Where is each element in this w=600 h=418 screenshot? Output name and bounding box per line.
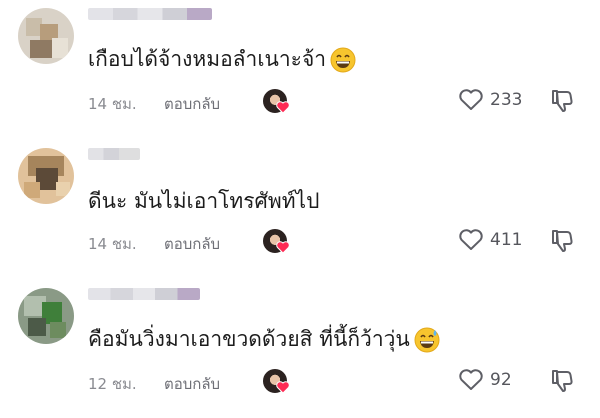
reply-button[interactable]: ตอบกลับ <box>164 92 220 116</box>
heart-outline-icon <box>459 369 483 390</box>
thumbs-down-icon <box>552 230 573 252</box>
comment-item: เกือบได้จ้างหมอลำเนาะจ้า 14 ชม. ตอบกลับ … <box>0 0 600 138</box>
comment-time: 14 ชม. <box>88 95 137 113</box>
dislike-button[interactable] <box>550 226 576 256</box>
like-button[interactable]: 233 <box>458 86 548 116</box>
reply-button[interactable]: ตอบกลับ <box>164 372 220 396</box>
heart-icon <box>276 381 290 394</box>
dislike-button[interactable] <box>550 86 576 116</box>
like-count: 233 <box>490 90 523 110</box>
like-button[interactable]: 411 <box>458 226 548 256</box>
username-blurred[interactable] <box>88 8 212 20</box>
thumbs-down-icon <box>552 370 573 392</box>
creator-liked-badge <box>262 88 292 118</box>
creator-liked-badge <box>262 368 292 398</box>
like-button[interactable]: 92 <box>458 366 548 396</box>
grinning-face-icon <box>330 47 356 73</box>
comment-text-content: คือมันวิ่งมาเอาขวดด้วยสิ ที่นี้ก็ว้าวุ่น <box>88 327 410 351</box>
comment-item: ดีนะ มันไม่เอาโทรศัพท์ไป 14 ชม. ตอบกลับ … <box>0 140 600 278</box>
heart-icon <box>276 241 290 254</box>
username-blurred[interactable] <box>88 148 140 160</box>
creator-liked-badge <box>262 228 292 258</box>
thumbs-down-icon <box>552 90 573 112</box>
like-count: 92 <box>490 370 512 390</box>
comment-time: 14 ชม. <box>88 235 137 253</box>
heart-icon <box>276 101 290 114</box>
reply-button[interactable]: ตอบกลับ <box>164 232 220 256</box>
comment-time: 12 ชม. <box>88 375 137 393</box>
username-blurred[interactable] <box>88 288 200 300</box>
comment-text: คือมันวิ่งมาเอาขวดด้วยสิ ที่นี้ก็ว้าวุ่น <box>88 324 440 354</box>
comment-text-content: ดีนะ มันไม่เอาโทรศัพท์ไป <box>88 189 320 213</box>
comment-text: เกือบได้จ้างหมอลำเนาะจ้า <box>88 44 356 74</box>
avatar[interactable] <box>18 148 74 204</box>
comment-text-content: เกือบได้จ้างหมอลำเนาะจ้า <box>88 47 327 71</box>
like-count: 411 <box>490 230 523 250</box>
heart-outline-icon <box>459 229 483 250</box>
avatar[interactable] <box>18 288 74 344</box>
comment-text: ดีนะ มันไม่เอาโทรศัพท์ไป <box>88 186 319 216</box>
avatar[interactable] <box>18 8 74 64</box>
dislike-button[interactable] <box>550 366 576 396</box>
comment-item: คือมันวิ่งมาเอาขวดด้วยสิ ที่นี้ก็ว้าวุ่น… <box>0 280 600 418</box>
grinning-face-with-sweat-icon <box>414 327 440 353</box>
heart-outline-icon <box>459 89 483 110</box>
